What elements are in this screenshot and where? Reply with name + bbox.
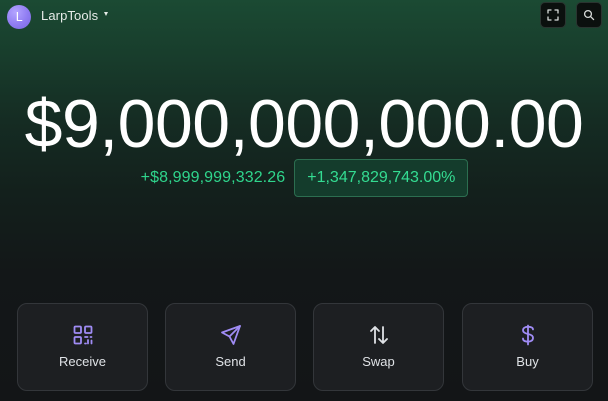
avatar[interactable]: L	[7, 5, 31, 29]
account-name: LarpTools	[41, 8, 99, 23]
search-icon	[583, 9, 595, 21]
receive-button[interactable]: Receive	[17, 303, 148, 391]
dollar-icon	[521, 324, 534, 346]
qr-code-icon	[73, 325, 92, 345]
swap-label: Swap	[362, 354, 395, 369]
send-button[interactable]: Send	[165, 303, 296, 391]
send-icon	[220, 325, 241, 345]
swap-button[interactable]: Swap	[313, 303, 444, 391]
account-switcher[interactable]: LarpTools	[41, 8, 109, 23]
swap-icon	[369, 326, 388, 344]
expand-icon	[547, 9, 559, 21]
header: L LarpTools	[0, 0, 608, 32]
buy-button[interactable]: Buy	[462, 303, 593, 391]
buy-label: Buy	[516, 354, 539, 369]
send-label: Send	[215, 354, 246, 369]
action-buttons: Receive Send Swap Buy	[17, 303, 593, 391]
caret-down-icon	[104, 12, 109, 16]
search-button[interactable]	[576, 2, 602, 28]
change-amount: +$8,999,999,332.26	[140, 169, 286, 186]
receive-label: Receive	[59, 354, 106, 369]
change-percent-badge: +1,347,829,743.00%	[294, 159, 469, 197]
total-balance: $9,000,000,000.00	[24, 86, 584, 162]
expand-button[interactable]	[540, 2, 566, 28]
balance-change: +$8,999,999,332.26 +1,347,829,743.00%	[0, 159, 608, 197]
